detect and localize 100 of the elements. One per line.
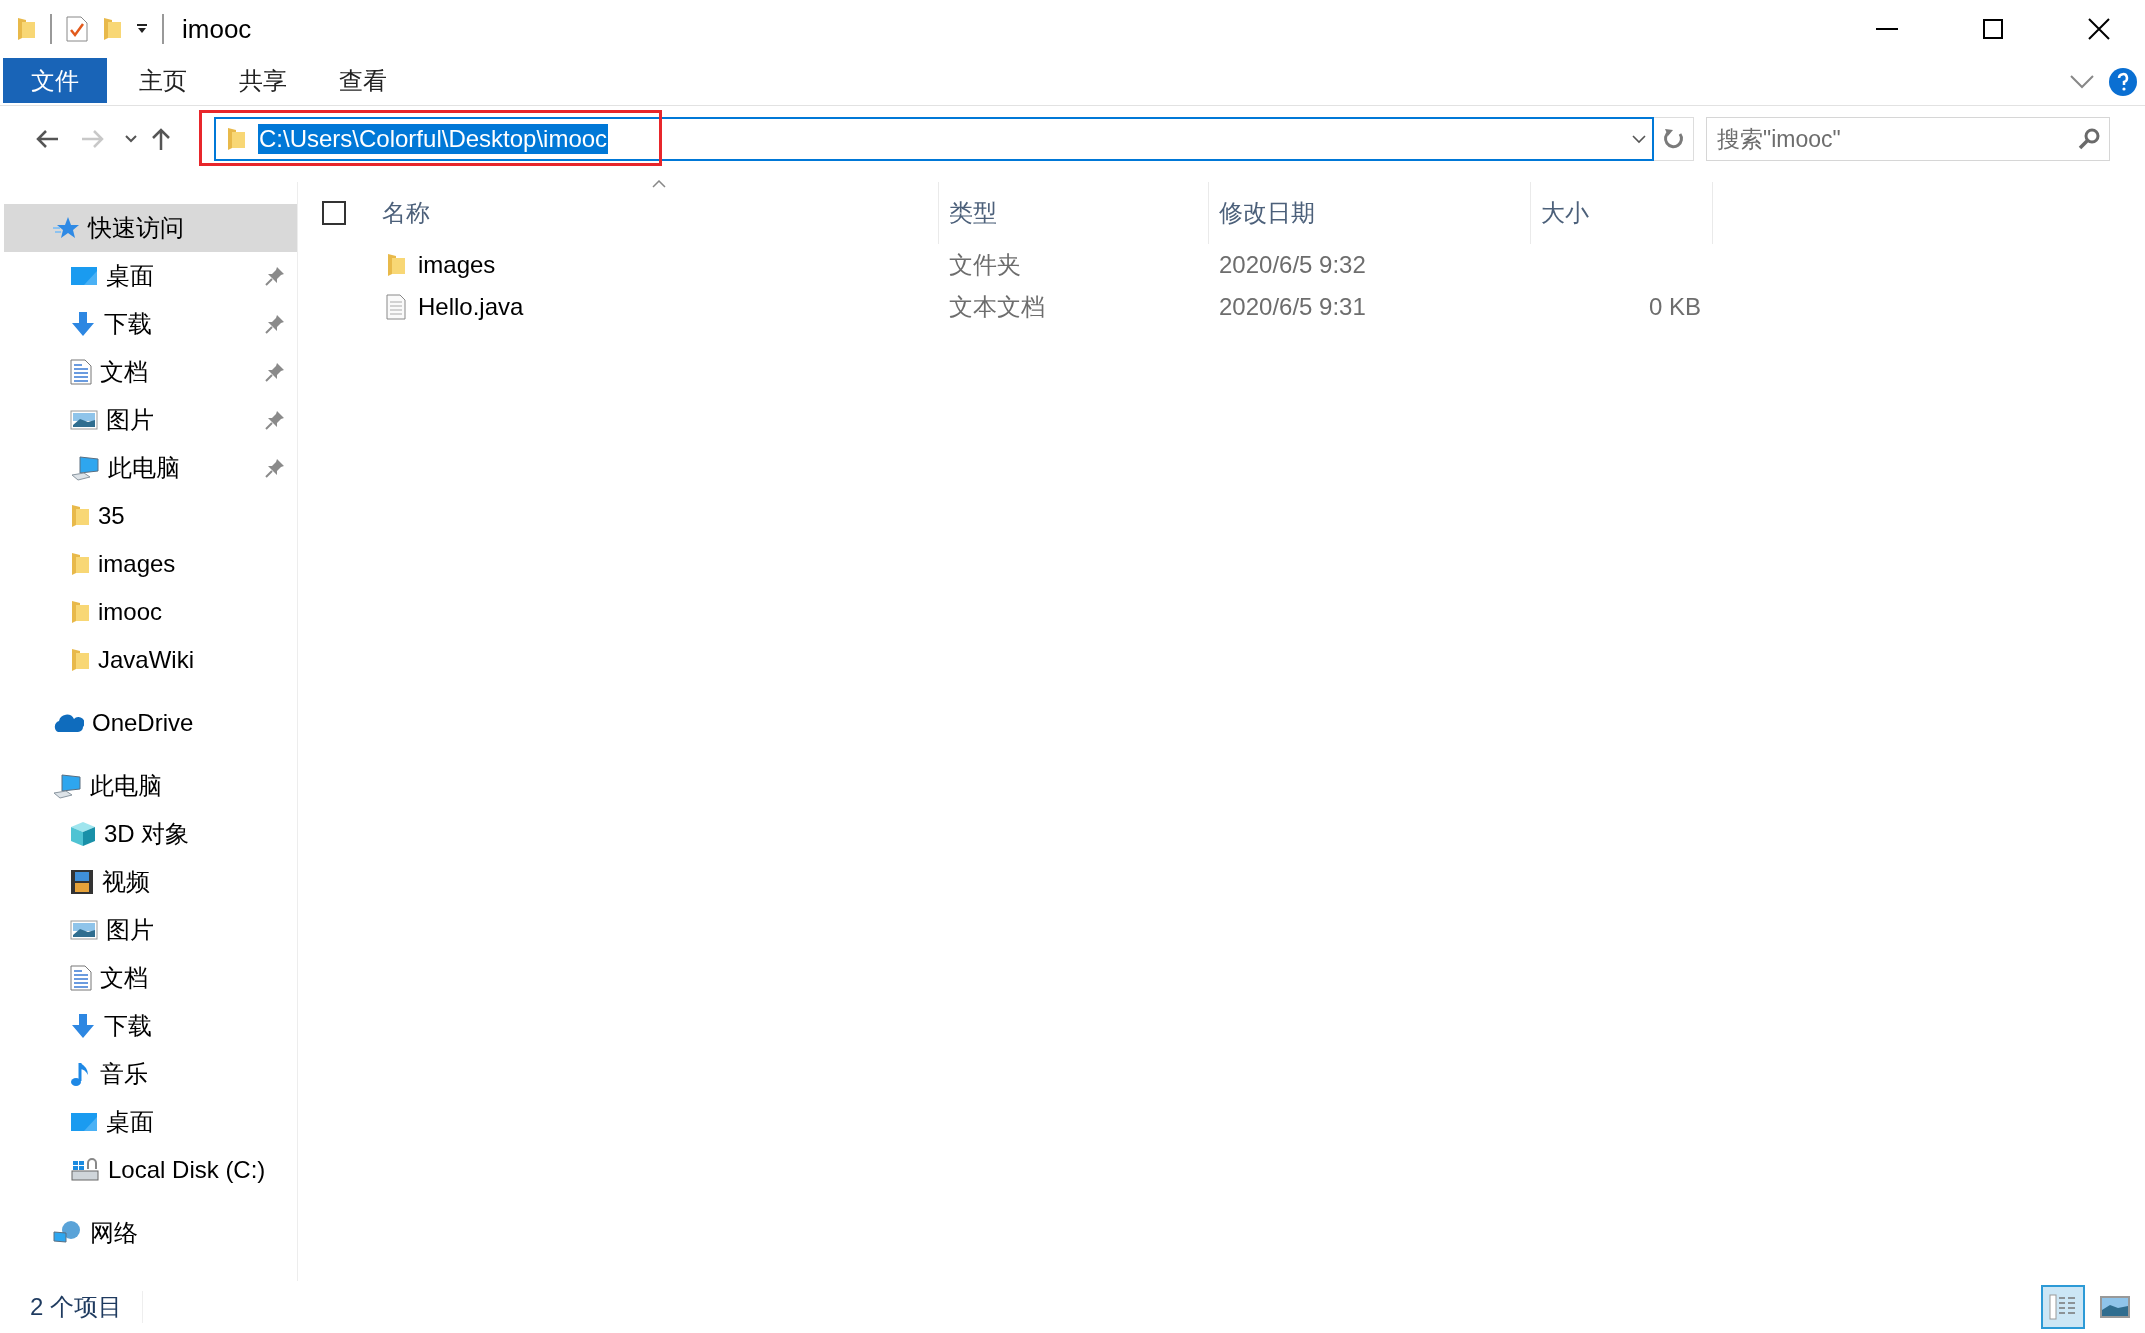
sidebar-label: 文档 — [100, 963, 148, 993]
sidebar-label: 3D 对象 — [104, 819, 190, 849]
file-row[interactable]: images 文件夹 2020/6/5 9:32 — [298, 244, 2145, 286]
window-title: imooc — [182, 13, 252, 45]
sidebar-item[interactable]: 3D 对象 — [4, 810, 297, 858]
pin-icon[interactable] — [265, 458, 285, 478]
cube-icon — [70, 821, 96, 847]
pin-icon[interactable] — [265, 314, 285, 334]
document-icon — [70, 965, 92, 991]
star-icon — [52, 216, 80, 240]
sidebar-item[interactable]: 此电脑 — [4, 444, 297, 492]
ribbon-tab[interactable]: 查看 — [317, 58, 409, 103]
desktop-icon — [70, 265, 98, 287]
search-field[interactable]: 搜索"imooc" — [1706, 117, 2110, 161]
ribbon-tab[interactable]: 共享 — [217, 58, 309, 103]
address-field[interactable]: C:\Users\Colorful\Desktop\imooc — [214, 117, 1654, 161]
sidebar-item[interactable]: 图片 — [4, 396, 297, 444]
sidebar-item[interactable]: 桌面 — [4, 1098, 297, 1146]
file-name: images — [418, 251, 496, 279]
sidebar-item[interactable]: 视频 — [4, 858, 297, 906]
sidebar-label: imooc — [98, 598, 163, 626]
sidebar-item[interactable]: 桌面 — [4, 252, 297, 300]
sidebar-item[interactable]: 下载 — [4, 300, 297, 348]
sidebar-item[interactable]: 音乐 — [4, 1050, 297, 1098]
details-view-button[interactable] — [2041, 1285, 2085, 1329]
forward-arrow-icon — [81, 129, 105, 149]
sidebar-item[interactable]: Local Disk (C:) — [4, 1146, 297, 1194]
close-icon — [2088, 18, 2110, 40]
computer-icon — [52, 773, 82, 799]
sidebar-item[interactable]: 网络 — [4, 1209, 297, 1257]
refresh-icon — [1662, 127, 1685, 151]
sidebar-label: 桌面 — [106, 1107, 154, 1137]
sidebar-label: OneDrive — [92, 709, 194, 737]
sidebar-label: 桌面 — [106, 261, 154, 291]
sidebar-item[interactable]: 文档 — [4, 954, 297, 1002]
refresh-button[interactable] — [1654, 117, 1694, 161]
item-count: 2 个项目 — [30, 1291, 143, 1323]
sidebar-label: 音乐 — [100, 1059, 148, 1089]
sidebar-item[interactable]: images — [4, 540, 297, 588]
new-folder-icon — [102, 16, 122, 42]
back-arrow-icon — [35, 129, 59, 149]
column-header[interactable]: 类型 — [939, 182, 1209, 244]
ribbon-tab[interactable]: 主页 — [117, 58, 209, 103]
pin-icon[interactable] — [265, 266, 285, 286]
column-header[interactable]: 名称 — [372, 182, 939, 244]
sidebar-item[interactable]: 下载 — [4, 1002, 297, 1050]
chevron-down-icon[interactable] — [2069, 73, 2095, 90]
column-header[interactable]: 大小 — [1531, 182, 1713, 244]
folder-icon — [226, 126, 246, 152]
download-arrow-icon — [70, 1013, 96, 1039]
sidebar-item[interactable]: 图片 — [4, 906, 297, 954]
desktop-icon — [70, 1111, 98, 1133]
disk-drive-icon — [70, 1157, 100, 1183]
select-all-checkbox[interactable] — [322, 201, 346, 225]
sidebar-item[interactable]: 文档 — [4, 348, 297, 396]
folder-icon — [70, 599, 90, 625]
column-header[interactable]: 修改日期 — [1209, 182, 1531, 244]
chevron-down-icon[interactable] — [1632, 134, 1646, 144]
file-type: 文本文档 — [948, 292, 1046, 322]
help-icon[interactable] — [2109, 67, 2137, 96]
text-file-icon — [386, 294, 406, 320]
sidebar-label: 网络 — [90, 1218, 138, 1248]
sidebar-item[interactable]: JavaWiki — [4, 636, 297, 684]
properties-icon[interactable] — [66, 16, 88, 42]
sidebar-label: 图片 — [106, 915, 154, 945]
sidebar-item[interactable]: 此电脑 — [4, 762, 297, 810]
sidebar-label: 视频 — [102, 867, 150, 897]
up-arrow-icon — [151, 127, 171, 151]
folder-icon — [386, 252, 406, 278]
network-icon — [52, 1220, 82, 1246]
pin-icon[interactable] — [265, 410, 285, 430]
sidebar-label: 文档 — [100, 357, 148, 387]
file-name: Hello.java — [418, 293, 524, 321]
cloud-icon — [52, 713, 84, 733]
address-path: C:\Users\Colorful\Desktop\imooc — [258, 124, 609, 154]
search-icon[interactable] — [2078, 128, 2100, 150]
sidebar-item-selected[interactable]: 快速访问 — [4, 204, 297, 252]
download-arrow-icon — [70, 311, 96, 337]
sidebar-item[interactable]: OneDrive — [4, 699, 297, 747]
sidebar-item[interactable]: 35 — [4, 492, 297, 540]
sort-caret-icon — [652, 180, 666, 188]
modified-date: 2020/6/5 9:31 — [1218, 293, 1367, 321]
landscape-picture-icon — [2100, 1296, 2130, 1318]
sidebar-label: 图片 — [106, 405, 154, 435]
file-menu-button[interactable]: 文件 — [3, 58, 107, 103]
details-view-icon — [2049, 1294, 2077, 1320]
chevron-down-icon — [125, 135, 137, 143]
file-size: 0 KB — [1647, 293, 1702, 321]
sidebar-label: 此电脑 — [90, 771, 162, 801]
film-strip-icon — [70, 869, 94, 895]
modified-date: 2020/6/5 9:32 — [1218, 251, 1367, 279]
dropdown-icon[interactable] — [136, 24, 148, 34]
picture-icon — [70, 919, 98, 941]
sidebar-item[interactable]: imooc — [4, 588, 297, 636]
folder-icon — [16, 16, 36, 42]
file-row[interactable]: Hello.java 文本文档 2020/6/5 9:31 0 KB — [298, 286, 2145, 328]
pin-icon[interactable] — [265, 362, 285, 382]
sidebar-label: images — [98, 550, 176, 578]
sidebar-label: 快速访问 — [88, 213, 184, 243]
sidebar-label: 下载 — [104, 1011, 152, 1041]
